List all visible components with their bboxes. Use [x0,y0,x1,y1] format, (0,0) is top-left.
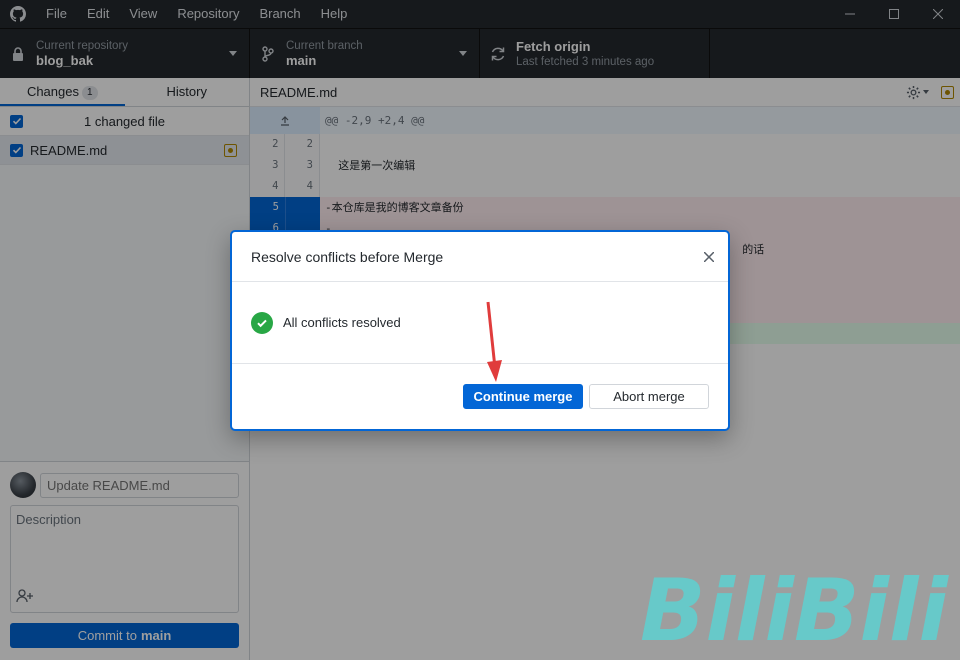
abort-merge-button[interactable]: Abort merge [589,384,709,409]
bilibili-watermark-logo: BiliBili [640,561,949,650]
annotation-arrow-icon [486,301,502,382]
close-icon[interactable] [694,242,724,272]
check-circle-icon [251,311,273,334]
conflicts-status-message: All conflicts resolved [283,315,401,330]
dialog-title: Resolve conflicts before Merge [251,248,444,265]
continue-merge-button[interactable]: Continue merge [463,384,583,409]
svg-text:BiliBili: BiliBili [640,561,949,650]
